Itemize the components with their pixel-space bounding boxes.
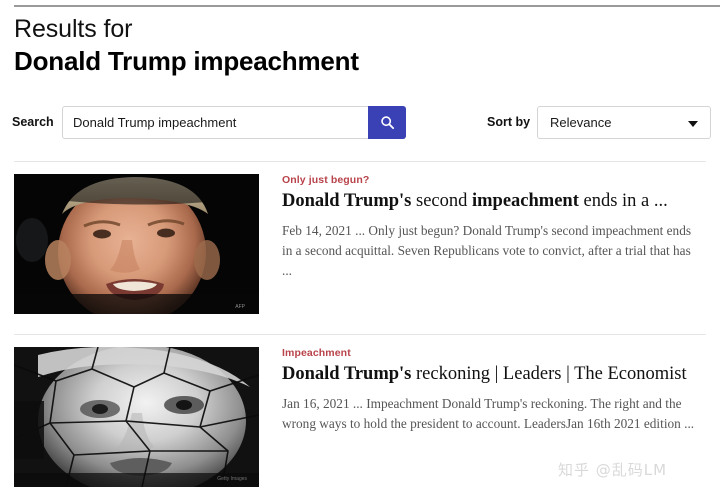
search-label: Search (12, 115, 54, 129)
result-title-part: second (411, 191, 472, 211)
sort-by-select[interactable]: Relevance (537, 106, 711, 139)
result-snippet: Jan 16, 2021 ... Impeachment Donald Trum… (282, 396, 695, 431)
page-title: Donald Trump impeachment (14, 46, 359, 76)
result-kicker: Only just begun? (282, 174, 370, 186)
result-title-part: impeachment (472, 191, 579, 211)
search-icon (380, 115, 395, 130)
result-thumbnail[interactable]: AFP (14, 174, 259, 314)
result-title-part: reckoning | Leaders | The Economist (411, 364, 687, 384)
result-title-part: ends in a ... (578, 191, 668, 211)
zhihu-watermark: 知乎 @乱码LM (558, 461, 668, 479)
search-input[interactable] (73, 107, 353, 138)
result-divider-middle (14, 334, 706, 335)
result-text-block: Only just begun? Donald Trump's second i… (282, 174, 706, 281)
results-for-label: Results for (14, 15, 133, 43)
result-divider-top (14, 161, 706, 162)
result-title-part: Donald Trump's (282, 364, 412, 384)
result-title[interactable]: Donald Trump's second impeachment ends i… (282, 190, 706, 213)
result-title-part: Donald Trump's (282, 191, 412, 211)
search-button[interactable] (368, 106, 406, 139)
thumbnail-credit: Getty Images (217, 476, 247, 482)
search-box (62, 106, 406, 139)
sort-by-label: Sort by (487, 115, 531, 129)
result-title[interactable]: Donald Trump's reckoning | Leaders | The… (282, 363, 706, 386)
result-snippet: Feb 14, 2021 ... Only just begun? Donald… (282, 223, 692, 278)
controls-row: Search Sort by Relevance (0, 106, 720, 142)
sort-by-value: Relevance (550, 115, 612, 130)
search-results-page: Results for Donald Trump impeachment Sea… (0, 0, 720, 501)
result-kicker: Impeachment (282, 347, 351, 359)
chevron-down-icon (688, 121, 698, 127)
top-rule-divider (14, 5, 720, 7)
result-thumbnail[interactable]: Getty Images (14, 347, 259, 487)
thumbnail-credit: AFP (235, 304, 245, 310)
page-header: Results for Donald Trump impeachment (14, 14, 704, 78)
result-text-block: Impeachment Donald Trump's reckoning | L… (282, 347, 706, 434)
